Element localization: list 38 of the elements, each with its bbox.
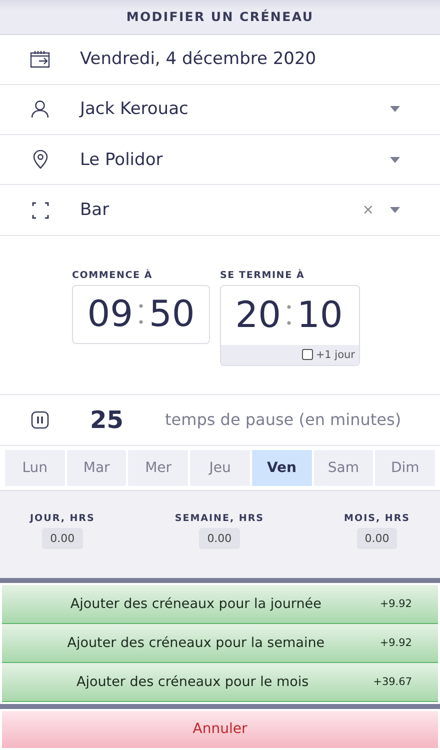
location-pin-icon — [32, 150, 48, 170]
pause-label: temps de pause (en minutes) — [165, 410, 402, 430]
end-time-label: SE TERMINE À — [220, 270, 305, 281]
day-toggle[interactable]: Ven — [252, 450, 312, 486]
day-toggle[interactable]: Lun — [5, 450, 65, 486]
total-value: 0.00 — [42, 528, 83, 549]
day-toggle[interactable]: Dim — [375, 450, 436, 486]
day-toggle[interactable]: Mer — [128, 450, 188, 486]
cancel-button[interactable]: Annuler — [2, 710, 438, 748]
dialog-title: MODIFIER UN CRÉNEAU — [126, 9, 314, 24]
checkbox[interactable] — [302, 349, 313, 360]
total-label: JOUR, HRS — [30, 512, 95, 524]
day-toggle[interactable]: Sam — [314, 450, 374, 486]
day-toggle[interactable]: Mar — [66, 450, 126, 486]
start-time-label: COMMENCE À — [72, 270, 153, 281]
dropdown-caret-icon — [390, 156, 400, 163]
clear-button[interactable]: × — [362, 202, 374, 218]
dropdown-caret-icon — [390, 207, 400, 213]
pause-value[interactable]: 25 — [80, 406, 165, 434]
frame-corners-icon — [32, 202, 48, 218]
total-label: SEMAINE, HRS — [174, 512, 264, 524]
total-value: 0.00 — [356, 528, 398, 549]
calendar-icon — [30, 50, 50, 68]
total-value: 0.00 — [199, 528, 240, 549]
day-toggle[interactable]: Jeu — [190, 450, 250, 486]
add-slots-button[interactable]: Ajouter des créneaux pour le mois +39.67 — [2, 662, 438, 702]
select-field[interactable]: Jack Kerouac — [80, 84, 440, 134]
pause-icon — [31, 410, 49, 429]
start-time-field[interactable]: 09 50 — [72, 284, 210, 344]
select-field[interactable]: Bar × — [80, 185, 440, 235]
add-slots-button[interactable]: Ajouter des créneaux pour la semaine +9.92 — [2, 624, 438, 663]
date-field[interactable]: Vendredi, 4 décembre 2020 — [80, 49, 316, 70]
select-field[interactable]: Le Polidor — [80, 135, 440, 184]
add-slots-button[interactable]: Ajouter des créneaux pour la journée +9.92 — [2, 584, 438, 624]
total-label: MOIS, HRS — [344, 512, 410, 524]
dropdown-caret-icon — [390, 106, 400, 112]
person-icon — [31, 100, 49, 118]
next-day-label: +1 jour — [316, 348, 355, 361]
